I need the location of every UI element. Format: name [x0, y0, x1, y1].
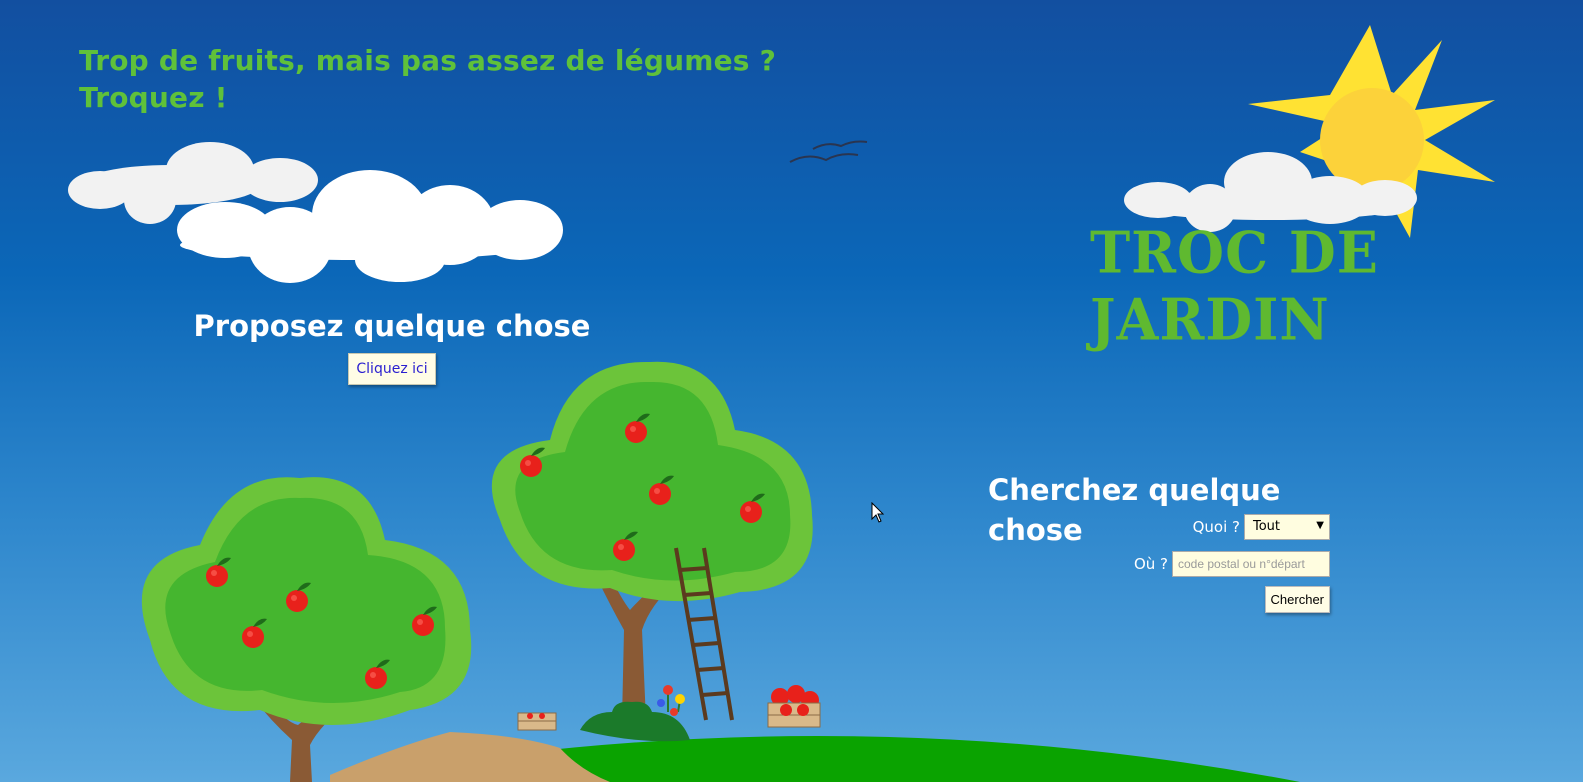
what-label: Quoi ?	[1192, 518, 1240, 536]
what-select-value: Tout	[1253, 519, 1281, 534]
bush	[580, 701, 690, 742]
what-row: Quoi ? Tout ▼	[1193, 514, 1330, 540]
crate-icon	[767, 685, 821, 728]
dirt-path	[330, 732, 610, 782]
apple-tree-icon	[141, 477, 472, 782]
search-section: Cherchez quelque chose Quoi ? Tout ▼ Où …	[988, 470, 1366, 613]
propose-button[interactable]: Cliquez ici	[348, 353, 436, 385]
propose-section: Proposez quelque chose Cliquez ici	[192, 306, 592, 385]
propose-title: Proposez quelque chose	[193, 309, 591, 343]
cursor-icon	[871, 502, 885, 523]
crate-icon	[517, 712, 557, 731]
birds-icon	[789, 140, 868, 163]
tagline-line-1: Trop de fruits, mais pas assez de légume…	[79, 44, 777, 77]
what-select[interactable]: Tout ▼	[1244, 514, 1330, 540]
where-row: Où ?	[1134, 551, 1330, 577]
garden-illustration	[68, 25, 1495, 782]
where-label: Où ?	[1133, 555, 1168, 573]
site-logo[interactable]: TROC DE JARDIN	[1090, 219, 1583, 353]
dropdown-arrow-icon: ▼	[1316, 520, 1324, 531]
apple-tree-icon	[491, 361, 813, 720]
flowers-icon	[657, 685, 685, 716]
tagline-line-2: Troquez !	[79, 81, 228, 114]
search-button[interactable]: Chercher	[1264, 586, 1330, 613]
tagline: Trop de fruits, mais pas assez de légume…	[79, 42, 776, 116]
where-input[interactable]	[1172, 551, 1330, 577]
